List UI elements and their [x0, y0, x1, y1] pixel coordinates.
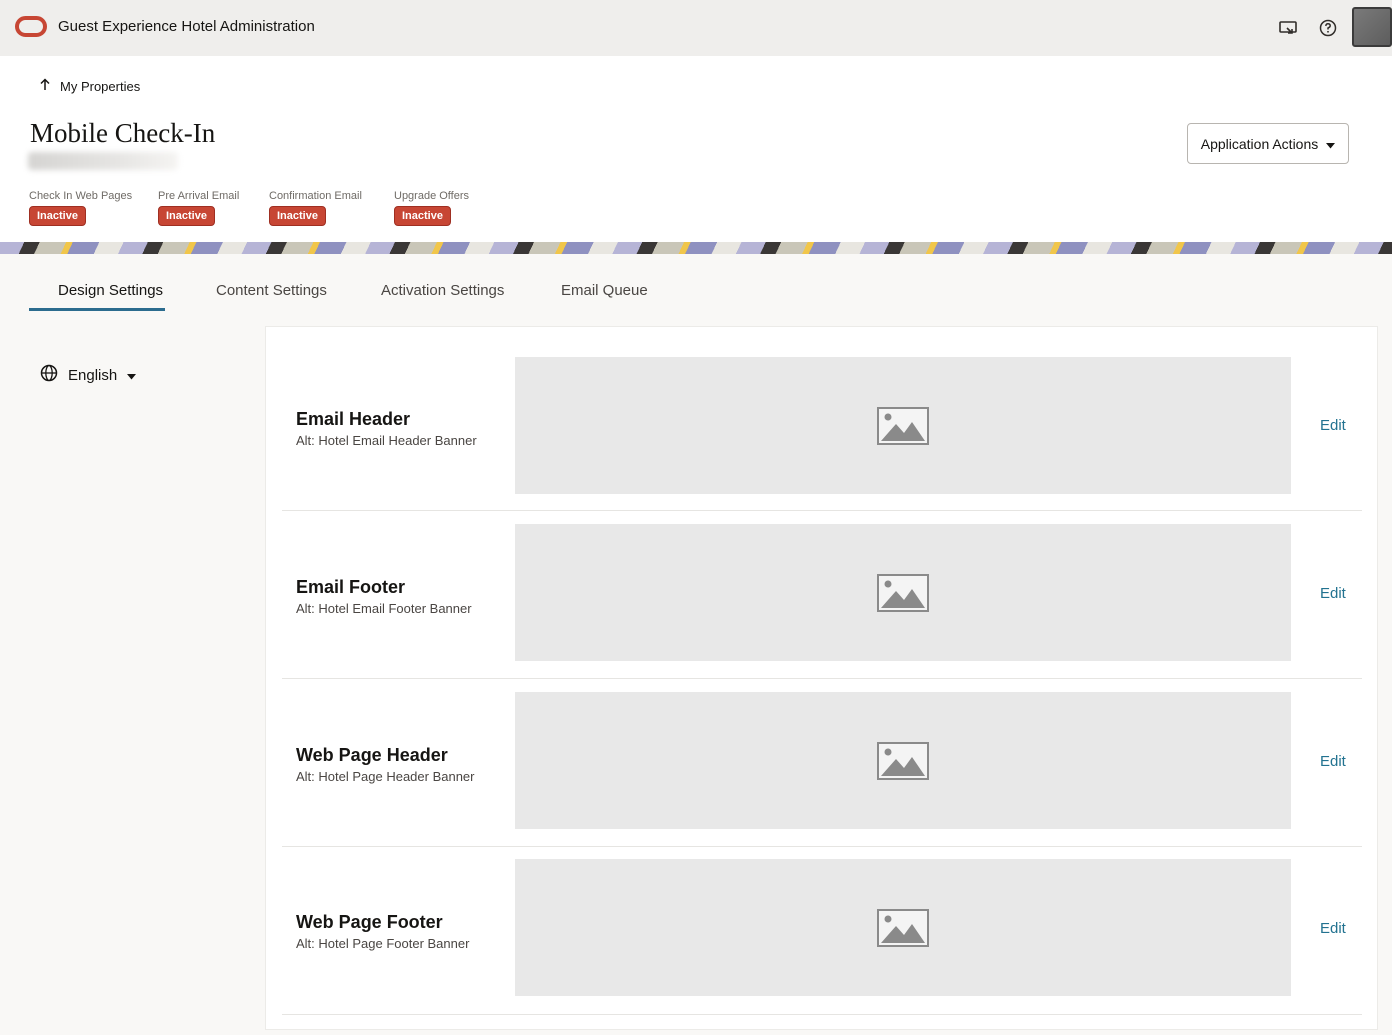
image-icon — [877, 741, 929, 780]
status-label: Upgrade Offers — [394, 190, 470, 202]
section-title: Web Page Header — [296, 745, 448, 765]
status-badge: Inactive — [29, 206, 86, 226]
edit-web-page-header-link[interactable]: Edit — [1320, 753, 1346, 770]
active-tab-indicator — [29, 308, 165, 311]
back-to-properties-link[interactable]: My Properties — [39, 78, 140, 94]
tab-activation-settings[interactable]: Activation Settings — [381, 282, 504, 299]
section-alt-text: Alt: Hotel Page Header Banner — [296, 769, 475, 784]
status-upgrade-offers: Upgrade Offers Inactive — [394, 190, 469, 226]
language-label: English — [68, 366, 118, 384]
section-alt-text: Alt: Hotel Email Header Banner — [296, 433, 477, 448]
edit-web-page-footer-link[interactable]: Edit — [1320, 920, 1346, 937]
edit-email-footer-link[interactable]: Edit — [1320, 585, 1346, 602]
language-selector[interactable]: English — [40, 364, 137, 386]
help-icon[interactable] — [1318, 18, 1338, 38]
section-title: Email Footer — [296, 577, 406, 597]
tab-bar: Design Settings Content Settings Activat… — [0, 254, 1392, 320]
redacted-subtitle — [28, 152, 178, 170]
status-badge: Inactive — [269, 206, 326, 226]
screen-share-icon[interactable] — [1278, 18, 1298, 38]
top-bar: Guest Experience Hotel Administration — [0, 0, 1392, 56]
design-settings-panel: Email Header Alt: Hotel Email Header Ban… — [265, 326, 1378, 1030]
status-check-in-web-pages: Check In Web Pages Inactive — [29, 190, 132, 226]
application-actions-button[interactable]: Application Actions — [1187, 123, 1349, 164]
tab-design-settings[interactable]: Design Settings — [58, 282, 163, 299]
edit-email-header-link[interactable]: Edit — [1320, 417, 1346, 434]
status-label: Confirmation Email — [269, 190, 362, 202]
back-link-label: My Properties — [60, 78, 141, 94]
image-placeholder — [515, 859, 1291, 996]
image-icon — [877, 406, 929, 445]
section-alt-text: Alt: Hotel Email Footer Banner — [296, 601, 472, 616]
section-email-footer: Email Footer Alt: Hotel Email Footer Ban… — [282, 511, 1362, 679]
page-title: Mobile Check-In — [30, 118, 216, 148]
section-web-page-footer: Web Page Footer Alt: Hotel Page Footer B… — [282, 847, 1362, 1015]
oracle-logo-icon[interactable] — [15, 16, 47, 37]
caret-down-icon — [127, 367, 137, 384]
caret-down-icon — [1326, 136, 1336, 152]
status-label: Check In Web Pages — [29, 190, 133, 202]
section-web-page-header: Web Page Header Alt: Hotel Page Header B… — [282, 679, 1362, 847]
status-badge: Inactive — [158, 206, 215, 226]
image-icon — [877, 573, 929, 612]
decorative-banner — [0, 242, 1392, 254]
image-icon — [877, 908, 929, 947]
section-alt-text: Alt: Hotel Page Footer Banner — [296, 936, 470, 951]
status-pre-arrival-email: Pre Arrival Email Inactive — [158, 190, 239, 226]
image-placeholder — [515, 357, 1291, 494]
tab-email-queue[interactable]: Email Queue — [561, 282, 648, 299]
status-confirmation-email: Confirmation Email Inactive — [269, 190, 362, 226]
section-email-header: Email Header Alt: Hotel Email Header Ban… — [282, 343, 1362, 511]
section-title: Email Header — [296, 409, 411, 429]
tab-content-settings[interactable]: Content Settings — [216, 282, 327, 299]
image-placeholder — [515, 692, 1291, 829]
app-title: Guest Experience Hotel Administration — [58, 18, 315, 35]
section-title: Web Page Footer — [296, 912, 443, 932]
status-label: Pre Arrival Email — [158, 190, 240, 202]
user-avatar[interactable] — [1352, 7, 1392, 47]
image-placeholder — [515, 524, 1291, 661]
globe-icon — [40, 364, 58, 386]
application-actions-label: Application Actions — [1200, 135, 1319, 152]
status-badge: Inactive — [394, 206, 451, 226]
arrow-up-icon — [39, 78, 51, 94]
page-header: My Properties Mobile Check-In Check In W… — [0, 56, 1392, 242]
